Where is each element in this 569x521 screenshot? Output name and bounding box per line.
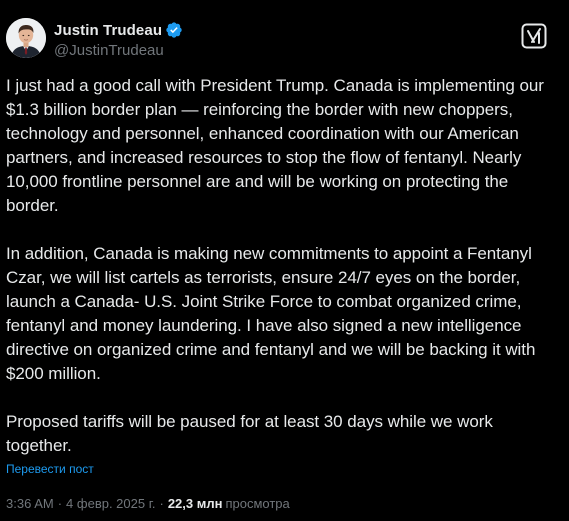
meta-separator: · (57, 496, 63, 511)
author-names: Justin Trudeau @JustinTrudeau (54, 20, 183, 61)
verified-badge-icon[interactable] (165, 21, 183, 39)
grok-icon (521, 23, 547, 49)
avatar-image (6, 18, 46, 58)
grok-button[interactable] (516, 20, 552, 52)
views-label: просмотра (225, 496, 290, 511)
post-card: Justin Trudeau @JustinTrudeau I just had… (0, 0, 569, 521)
avatar[interactable] (6, 18, 46, 58)
translate-post-link[interactable]: Перевести пост (6, 461, 94, 477)
author-display-name[interactable]: Justin Trudeau (54, 22, 162, 39)
post-meta: 3:36 AM · 4 февр. 2025 г. · 22,3 млн про… (6, 496, 290, 512)
author-handle[interactable]: @JustinTrudeau (54, 41, 183, 61)
post-text: I just had a good call with President Tr… (6, 76, 544, 455)
post-time[interactable]: 3:36 AM (6, 496, 54, 512)
meta-separator: · (159, 496, 164, 511)
post-header: Justin Trudeau @JustinTrudeau (6, 18, 563, 62)
views-count[interactable]: 22,3 млн (168, 496, 223, 512)
post-date[interactable]: 4 февр. 2025 г. (66, 496, 155, 512)
display-name-row: Justin Trudeau (54, 20, 183, 40)
